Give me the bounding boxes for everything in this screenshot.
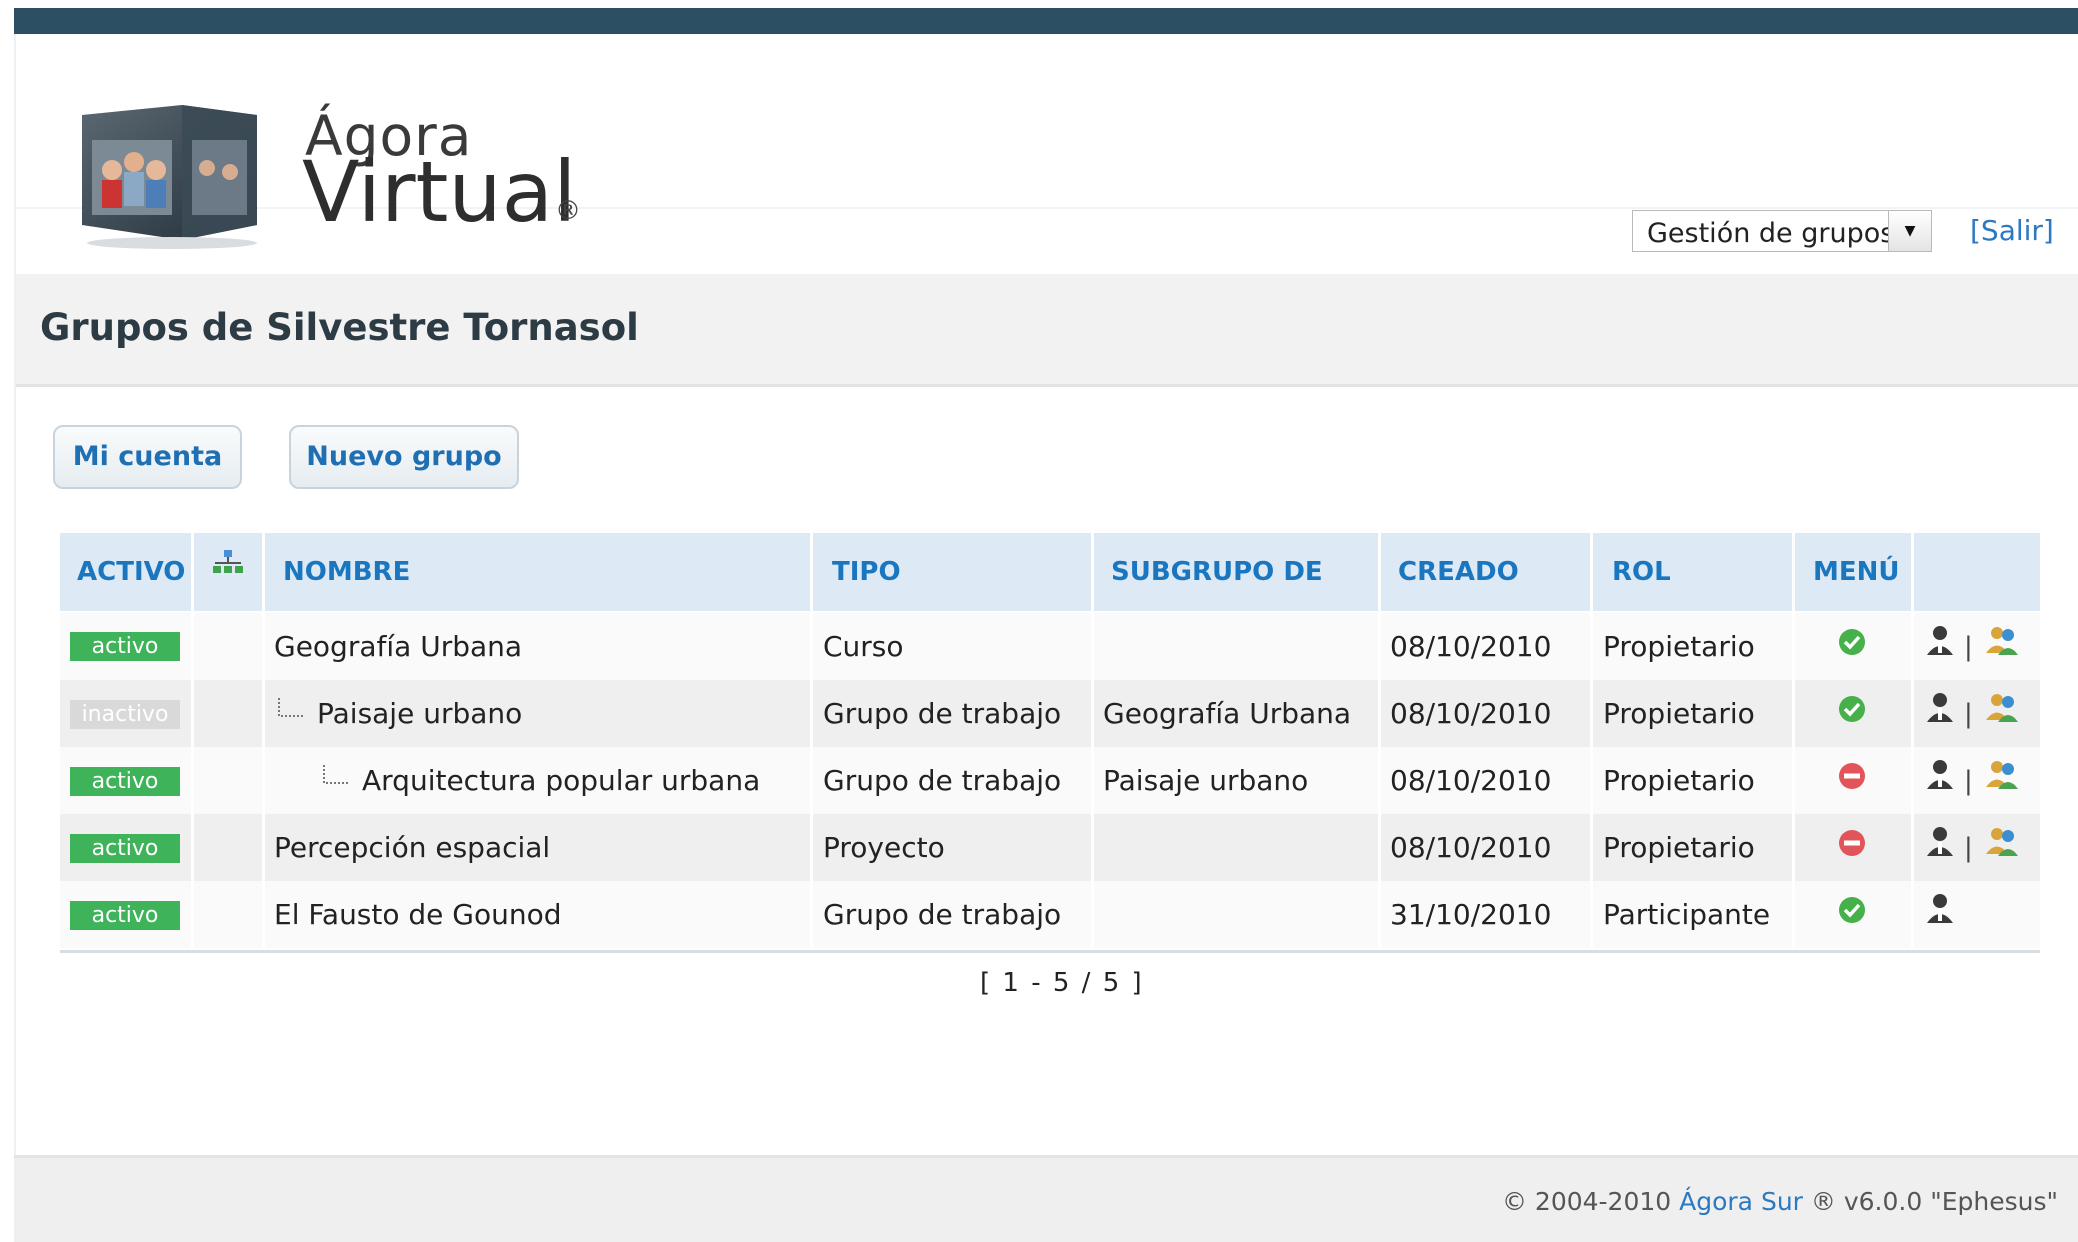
separator-pipe: | xyxy=(1964,632,1973,662)
group-parent: Paisaje urbano xyxy=(1103,764,1309,797)
group-name-link[interactable]: Percepción espacial xyxy=(274,831,550,864)
group-name-link[interactable]: Arquitectura popular urbana xyxy=(362,764,760,797)
user-icon[interactable] xyxy=(1924,824,1956,858)
user-icon[interactable] xyxy=(1924,757,1956,791)
group-role: Propietario xyxy=(1603,764,1755,797)
column-separator xyxy=(1378,533,1381,949)
check-icon[interactable] xyxy=(1837,627,1867,657)
group-created: 08/10/2010 xyxy=(1390,630,1552,663)
group-created: 31/10/2010 xyxy=(1390,898,1552,931)
column-header-rol[interactable]: ROL xyxy=(1612,533,1671,611)
check-icon[interactable] xyxy=(1837,694,1867,724)
section-select[interactable]: Gestión de grupos ▼ xyxy=(1632,210,1932,252)
logo-text-virtual: Virtual xyxy=(302,143,577,241)
group-name-link[interactable]: Paisaje urbano xyxy=(317,697,522,730)
group-name-link[interactable]: El Fausto de Gounod xyxy=(274,898,562,931)
column-separator xyxy=(1792,533,1795,949)
tree-branch-icon xyxy=(278,698,303,717)
group-parent: Geografía Urbana xyxy=(1103,697,1352,730)
column-separator xyxy=(262,533,265,949)
column-header-subgrupo[interactable]: SUBGRUPO DE xyxy=(1111,533,1323,611)
logo-registered-mark: ® xyxy=(555,196,581,226)
separator-pipe: | xyxy=(1964,833,1973,863)
user-icon[interactable] xyxy=(1924,690,1956,724)
new-group-button[interactable]: Nuevo grupo xyxy=(289,425,519,489)
column-separator xyxy=(810,533,813,949)
minus-circle-icon[interactable] xyxy=(1837,828,1867,858)
group-role: Propietario xyxy=(1603,831,1755,864)
footer-copyright: © 2004-2010 xyxy=(1501,1187,1672,1216)
group-created: 08/10/2010 xyxy=(1390,764,1552,797)
table-bottom-border xyxy=(60,950,2040,953)
group-name-link[interactable]: Geografía Urbana xyxy=(274,630,522,663)
page-title: Grupos de Silvestre Tornasol xyxy=(40,306,639,349)
status-badge-active[interactable]: activo xyxy=(70,901,180,930)
section-select-value: Gestión de grupos xyxy=(1647,218,1895,249)
separator-pipe: | xyxy=(1964,766,1973,796)
column-separator xyxy=(1091,533,1094,949)
users-icon[interactable] xyxy=(1984,623,2020,657)
tree-branch-icon xyxy=(323,765,348,784)
top-bar xyxy=(14,8,2078,34)
user-icon[interactable] xyxy=(1924,623,1956,657)
logo-image xyxy=(82,105,257,249)
status-badge-active[interactable]: activo xyxy=(70,767,180,796)
hierarchy-icon[interactable] xyxy=(211,548,245,578)
column-header-menu[interactable]: MENÚ xyxy=(1813,533,1900,611)
group-type: Grupo de trabajo xyxy=(823,697,1062,730)
column-header-creado[interactable]: CREADO xyxy=(1398,533,1519,611)
group-type: Proyecto xyxy=(823,831,945,864)
pagination: [ 1 - 5 / 5 ] xyxy=(980,968,1144,998)
my-account-button[interactable]: Mi cuenta xyxy=(53,425,242,489)
column-header-activo[interactable]: ACTIVO xyxy=(77,533,185,611)
group-role: Participante xyxy=(1603,898,1771,931)
column-separator xyxy=(1911,533,1914,949)
check-icon[interactable] xyxy=(1837,895,1867,925)
logout-link[interactable]: [Salir] xyxy=(1970,214,2054,247)
group-type: Grupo de trabajo xyxy=(823,764,1062,797)
group-created: 08/10/2010 xyxy=(1390,831,1552,864)
minus-circle-icon[interactable] xyxy=(1837,761,1867,791)
column-header-tipo[interactable]: TIPO xyxy=(832,533,901,611)
group-created: 08/10/2010 xyxy=(1390,697,1552,730)
column-separator xyxy=(1590,533,1593,949)
status-badge-active[interactable]: activo xyxy=(70,834,180,863)
footer-brand-link[interactable]: Ágora Sur xyxy=(1679,1187,1803,1216)
footer-version: ® v6.0.0 "Ephesus" xyxy=(1810,1187,2058,1216)
group-type: Grupo de trabajo xyxy=(823,898,1062,931)
chevron-down-icon[interactable]: ▼ xyxy=(1888,211,1931,251)
group-role: Propietario xyxy=(1603,630,1755,663)
users-icon[interactable] xyxy=(1984,690,2020,724)
status-badge-inactive[interactable]: inactivo xyxy=(70,700,180,729)
column-separator xyxy=(191,533,194,949)
users-icon[interactable] xyxy=(1984,757,2020,791)
group-type: Curso xyxy=(823,630,904,663)
status-badge-active[interactable]: activo xyxy=(70,632,180,661)
group-role: Propietario xyxy=(1603,697,1755,730)
users-icon[interactable] xyxy=(1984,824,2020,858)
user-icon[interactable] xyxy=(1924,891,1956,925)
column-header-nombre[interactable]: NOMBRE xyxy=(283,533,410,611)
separator-pipe: | xyxy=(1964,699,1973,729)
footer-text: © 2004-2010 Ágora Sur ® v6.0.0 "Ephesus" xyxy=(1502,1187,2058,1216)
